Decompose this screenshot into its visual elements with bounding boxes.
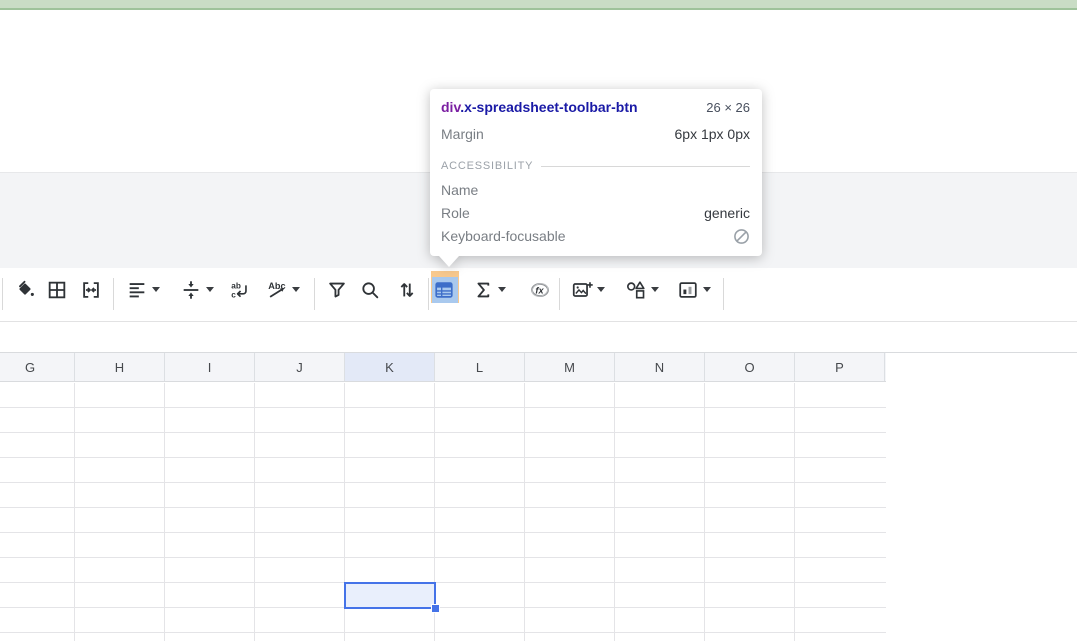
- column-header-P[interactable]: P: [795, 353, 885, 381]
- top-banner: [0, 0, 1077, 10]
- column-header-label: I: [208, 360, 212, 375]
- role-label: Role: [441, 202, 470, 225]
- column-header-label: M: [564, 360, 575, 375]
- screen: G H I J K L M N O P div.x-spreadsheet-toolbar-btn…: [0, 0, 1077, 641]
- filter-button[interactable]: [324, 277, 350, 303]
- tooltip-name-row: Name: [441, 179, 750, 202]
- sheet-grid[interactable]: [0, 383, 886, 641]
- freeze-button[interactable]: [431, 277, 457, 303]
- selected-cell[interactable]: [344, 582, 436, 609]
- toolbar-separator: [559, 278, 560, 310]
- inspected-tag: div: [441, 99, 460, 115]
- column-header-L[interactable]: L: [435, 353, 525, 381]
- insert-chart-button[interactable]: [675, 277, 701, 303]
- devtools-inspect-tooltip: div.x-spreadsheet-toolbar-btn 26 × 26 Ma…: [430, 89, 762, 256]
- inspected-selector: .x-spreadsheet-toolbar-btn: [460, 99, 637, 115]
- fill-handle[interactable]: [431, 604, 440, 613]
- tooltip-margin-row: Margin 6px 1px 0px: [441, 123, 750, 146]
- column-header-H[interactable]: H: [75, 353, 165, 381]
- sigma-icon: [472, 279, 494, 301]
- formula-visibility-button[interactable]: [527, 277, 553, 303]
- text-wrap-button[interactable]: [227, 277, 253, 303]
- column-header-row: G H I J K L M N O P: [0, 353, 886, 382]
- inspected-element: div.x-spreadsheet-toolbar-btn: [441, 95, 638, 119]
- spreadsheet-toolbar: [0, 268, 1077, 322]
- dropdown-caret-icon[interactable]: [206, 287, 214, 292]
- column-header-O[interactable]: O: [705, 353, 795, 381]
- column-header-label: O: [744, 360, 754, 375]
- keyboard-focusable-label: Keyboard-focusable: [441, 225, 566, 248]
- toolbar-separator: [113, 278, 114, 310]
- column-header-J[interactable]: J: [255, 353, 345, 381]
- tooltip-role-row: Role generic: [441, 202, 750, 225]
- filter-funnel-icon: [326, 279, 348, 301]
- section-divider-line: [541, 166, 750, 167]
- insert-chart-icon: [677, 279, 699, 301]
- fill-color-button[interactable]: [12, 277, 38, 303]
- text-rotation-button[interactable]: [264, 277, 290, 303]
- column-header-M[interactable]: M: [525, 353, 615, 381]
- column-header-N[interactable]: N: [615, 353, 705, 381]
- search-button[interactable]: [357, 277, 383, 303]
- merge-cells-icon: [80, 279, 102, 301]
- toolbar-separator: [428, 278, 429, 310]
- dropdown-caret-icon[interactable]: [498, 287, 506, 292]
- border-all-icon: [46, 279, 68, 301]
- inspected-dimensions: 26 × 26: [706, 96, 750, 120]
- sort-button[interactable]: [394, 277, 420, 303]
- text-wrap-icon: [229, 279, 251, 301]
- dropdown-caret-icon[interactable]: [597, 287, 605, 292]
- column-header-label: K: [385, 360, 394, 375]
- column-header-label: N: [655, 360, 664, 375]
- text-rotation-icon: [266, 279, 288, 301]
- insert-image-icon: [571, 279, 593, 301]
- column-header-label: J: [296, 360, 303, 375]
- toolbar-separator: [2, 278, 3, 310]
- toolbar-separator: [314, 278, 315, 310]
- name-label: Name: [441, 179, 478, 202]
- not-allowed-icon: [733, 228, 750, 245]
- fx-circle-icon: [529, 279, 551, 301]
- vertical-align-button[interactable]: [178, 277, 204, 303]
- column-header-label: H: [115, 360, 124, 375]
- column-header-G[interactable]: G: [0, 353, 75, 381]
- tooltip-focusable-row: Keyboard-focusable: [441, 225, 750, 248]
- align-left-icon: [126, 279, 148, 301]
- keyboard-focusable-value: [733, 228, 750, 245]
- column-header-K[interactable]: K: [345, 353, 435, 381]
- dropdown-caret-icon[interactable]: [152, 287, 160, 292]
- column-header-label: G: [25, 360, 35, 375]
- column-header-label: L: [476, 360, 483, 375]
- insert-shape-icon: [625, 279, 647, 301]
- horizontal-align-button[interactable]: [124, 277, 150, 303]
- margin-label: Margin: [441, 123, 484, 146]
- magnifier-icon: [359, 279, 381, 301]
- freeze-table-icon: [433, 279, 455, 301]
- accessibility-section-header: ACCESSIBILITY: [441, 158, 750, 174]
- dropdown-caret-icon[interactable]: [703, 287, 711, 292]
- margin-value: 6px 1px 0px: [675, 123, 751, 146]
- column-header-I[interactable]: I: [165, 353, 255, 381]
- insert-shape-button[interactable]: [623, 277, 649, 303]
- vertical-align-middle-icon: [180, 279, 202, 301]
- paint-bucket-icon: [14, 279, 36, 301]
- insert-image-button[interactable]: [569, 277, 595, 303]
- dropdown-caret-icon[interactable]: [651, 287, 659, 292]
- tooltip-arrow: [439, 256, 459, 267]
- dropdown-caret-icon[interactable]: [292, 287, 300, 292]
- sort-arrows-icon: [396, 279, 418, 301]
- tooltip-title-row: div.x-spreadsheet-toolbar-btn 26 × 26: [441, 95, 750, 120]
- toolbar-separator: [723, 278, 724, 310]
- accessibility-section-title: ACCESSIBILITY: [441, 158, 533, 174]
- autosum-button[interactable]: [470, 277, 496, 303]
- column-header-label: P: [835, 360, 844, 375]
- borders-button[interactable]: [44, 277, 70, 303]
- role-value: generic: [704, 202, 750, 225]
- merge-cells-button[interactable]: [78, 277, 104, 303]
